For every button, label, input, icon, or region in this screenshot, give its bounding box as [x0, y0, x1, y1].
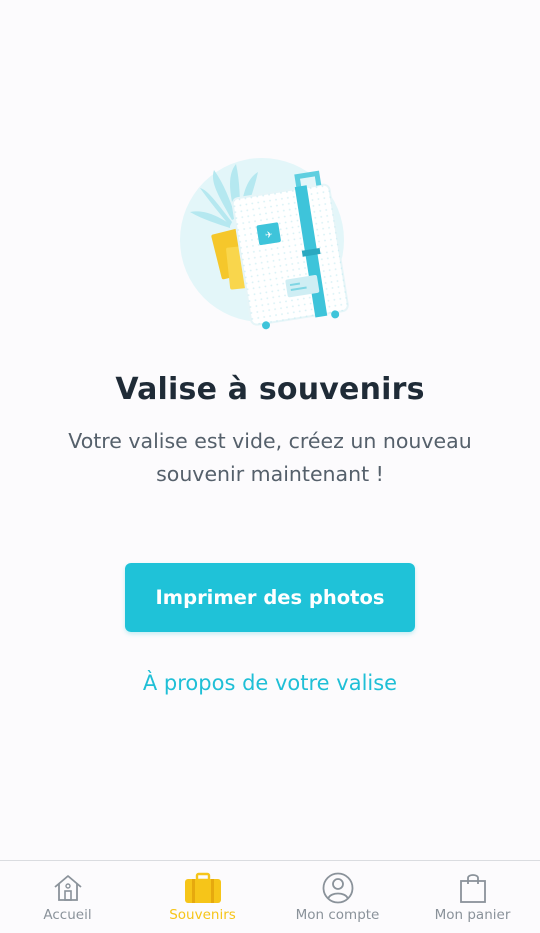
tab-mon-panier[interactable]: Mon panier: [405, 861, 540, 933]
suitcase-illustration-graphic: ✈: [180, 158, 349, 330]
page-title: Valise à souvenirs: [115, 372, 425, 407]
bag-icon: [459, 874, 486, 903]
about-suitcase-link[interactable]: À propos de votre valise: [0, 671, 540, 695]
tab-label-mon-compte: Mon compte: [295, 907, 380, 923]
empty-message: Votre valise est vide, créez un nouveau …: [50, 425, 490, 491]
suitcase-illustration: ✈: [170, 150, 370, 345]
tab-souvenirs[interactable]: Souvenirs: [135, 861, 270, 933]
tab-accueil[interactable]: Accueil: [0, 861, 135, 933]
tab-label-mon-panier: Mon panier: [434, 907, 511, 923]
home-icon: [53, 875, 82, 901]
screen: ✈ Valise à souvenirs Votre valise est vi…: [0, 0, 540, 933]
user-icon: [322, 872, 353, 904]
tab-mon-compte[interactable]: Mon compte: [270, 861, 405, 933]
tab-label-souvenirs: Souvenirs: [169, 907, 236, 923]
suitcase-icon: [184, 872, 221, 903]
print-photos-button[interactable]: Imprimer des photos: [125, 563, 415, 632]
empty-message-line-1: Votre valise est vide, créez un nouveau: [68, 429, 472, 453]
tab-label-accueil: Accueil: [43, 907, 92, 923]
bottom-tab-bar: Accueil Souvenirs Mon compte Mon panier: [0, 860, 540, 933]
empty-message-line-2: souvenir maintenant !: [156, 462, 384, 486]
